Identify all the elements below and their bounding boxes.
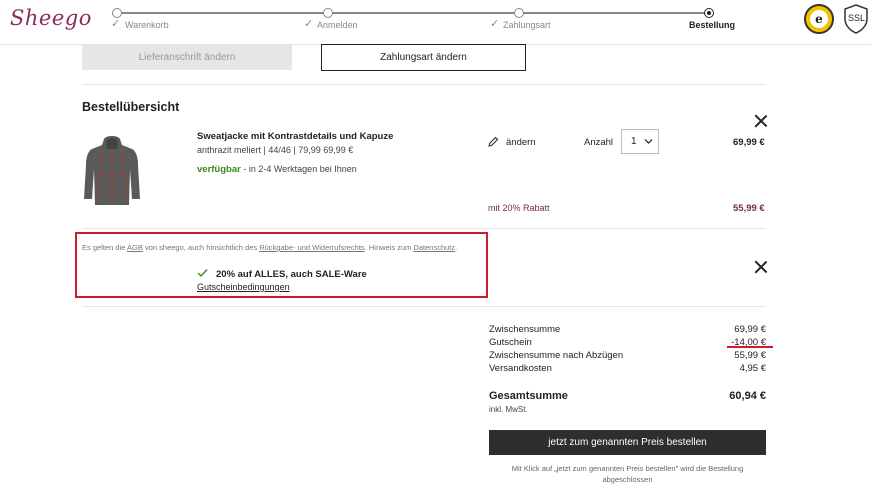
quantity-label: Anzahl bbox=[584, 137, 614, 148]
step-dot-zahlungsart bbox=[514, 8, 524, 18]
divider bbox=[82, 228, 766, 229]
step-dot-anmelden bbox=[323, 8, 333, 18]
vat-note: inkl. MwSt. bbox=[489, 405, 528, 414]
checkmark-icon bbox=[197, 269, 208, 278]
total-value: 60,94 € bbox=[729, 390, 766, 402]
terms-text: von sheego, auch hinsichtlich des bbox=[142, 243, 260, 252]
voucher-title: 20% auf ALLES, auch SALE-Ware bbox=[216, 269, 367, 280]
step-check-icon: ✓ bbox=[304, 18, 314, 30]
terms-notice: Es gelten die AGB von sheego, auch hinsi… bbox=[82, 243, 457, 252]
change-address-button[interactable]: Lieferanschrift ändern bbox=[82, 44, 292, 70]
remove-item-close-icon[interactable] bbox=[754, 114, 768, 128]
divider bbox=[82, 84, 766, 85]
divider bbox=[82, 306, 766, 307]
summary-subtotal: Zwischensumme 69,99 € bbox=[489, 324, 766, 335]
step-zahlungsart[interactable]: Zahlungsart bbox=[503, 20, 551, 30]
step-check-icon: ✓ bbox=[490, 18, 500, 30]
summary-value: 55,99 € bbox=[734, 350, 766, 361]
step-check-icon: ✓ bbox=[111, 18, 121, 30]
voucher-underline-mark bbox=[727, 346, 773, 348]
agb-link[interactable]: AGB bbox=[127, 243, 143, 252]
step-dot-bestellung bbox=[704, 8, 714, 18]
privacy-link[interactable]: Datenschutz bbox=[413, 243, 455, 252]
terms-text: Es gelten die bbox=[82, 243, 128, 252]
summary-shipping: Versandkosten 4,95 € bbox=[489, 363, 766, 374]
product-image[interactable] bbox=[82, 135, 142, 207]
remove-voucher-close-icon[interactable] bbox=[754, 260, 768, 274]
step-bestellung: Bestellung bbox=[689, 20, 736, 30]
edit-item-link[interactable]: ändern bbox=[506, 137, 536, 148]
quantity-value: 1 bbox=[631, 136, 637, 147]
summary-value: 69,99 € bbox=[734, 324, 766, 335]
discounted-price: 55,99 € bbox=[733, 203, 765, 214]
summary-value: 4,95 € bbox=[739, 363, 766, 374]
ssl-label: SSL bbox=[848, 13, 866, 23]
product-availability: verfügbar - in 2-4 Werktagen bei Ihnen bbox=[197, 164, 357, 175]
product-name[interactable]: Sweatjacke mit Kontrastdetails und Kapuz… bbox=[197, 131, 393, 142]
product-details: anthrazit meliert | 44/46 | 79,99 69,99 … bbox=[197, 145, 354, 155]
pencil-icon[interactable] bbox=[487, 136, 499, 148]
trusted-shops-badge[interactable]: e bbox=[804, 4, 834, 34]
change-payment-button[interactable]: Zahlungsart ändern bbox=[321, 44, 526, 71]
terms-text: . bbox=[455, 243, 458, 252]
summary-label: Zwischensumme bbox=[489, 324, 561, 335]
trusted-shops-e-icon: e bbox=[810, 10, 828, 28]
place-order-button[interactable]: jetzt zum genannten Preis bestellen bbox=[489, 430, 766, 455]
voucher-conditions-link[interactable]: Gutscheinbedingungen bbox=[197, 282, 290, 292]
order-overview-title: Bestellübersicht bbox=[82, 100, 180, 114]
order-button-note: Mit Klick auf „jetzt zum genannten Preis… bbox=[511, 464, 744, 484]
return-policy-link[interactable]: Rückgabe- und Widerrufsrechts bbox=[259, 243, 364, 252]
delivery-time: - in 2-4 Werktagen bei Ihnen bbox=[240, 164, 357, 174]
terms-text: . Hinweis zum bbox=[364, 243, 414, 252]
quantity-select[interactable]: 1 bbox=[621, 129, 659, 154]
item-price: 69,99 € bbox=[733, 137, 765, 148]
chevron-down-icon bbox=[644, 139, 653, 144]
summary-label: Versandkosten bbox=[489, 363, 552, 374]
checkout-header: Sheego ✓ Warenkorb ✓ Anmelden ✓ Zahlungs… bbox=[0, 0, 871, 45]
progress-line bbox=[116, 12, 708, 14]
summary-voucher: Gutschein -14,00 € bbox=[489, 337, 766, 348]
step-warenkorb[interactable]: Warenkorb bbox=[125, 20, 169, 30]
step-anmelden[interactable]: Anmelden bbox=[317, 20, 358, 30]
total-label: Gesamtsumme bbox=[489, 390, 568, 402]
sheego-logo[interactable]: Sheego bbox=[10, 6, 92, 30]
summary-label: Gutschein bbox=[489, 337, 532, 348]
summary-label: Zwischensumme nach Abzügen bbox=[489, 350, 624, 361]
availability-status: verfügbar bbox=[197, 164, 241, 175]
summary-total: Gesamtsumme 60,94 € bbox=[489, 390, 766, 402]
summary-subtotal-after-discount: Zwischensumme nach Abzügen 55,99 € bbox=[489, 350, 766, 361]
discount-label: mit 20% Rabatt bbox=[488, 203, 550, 213]
